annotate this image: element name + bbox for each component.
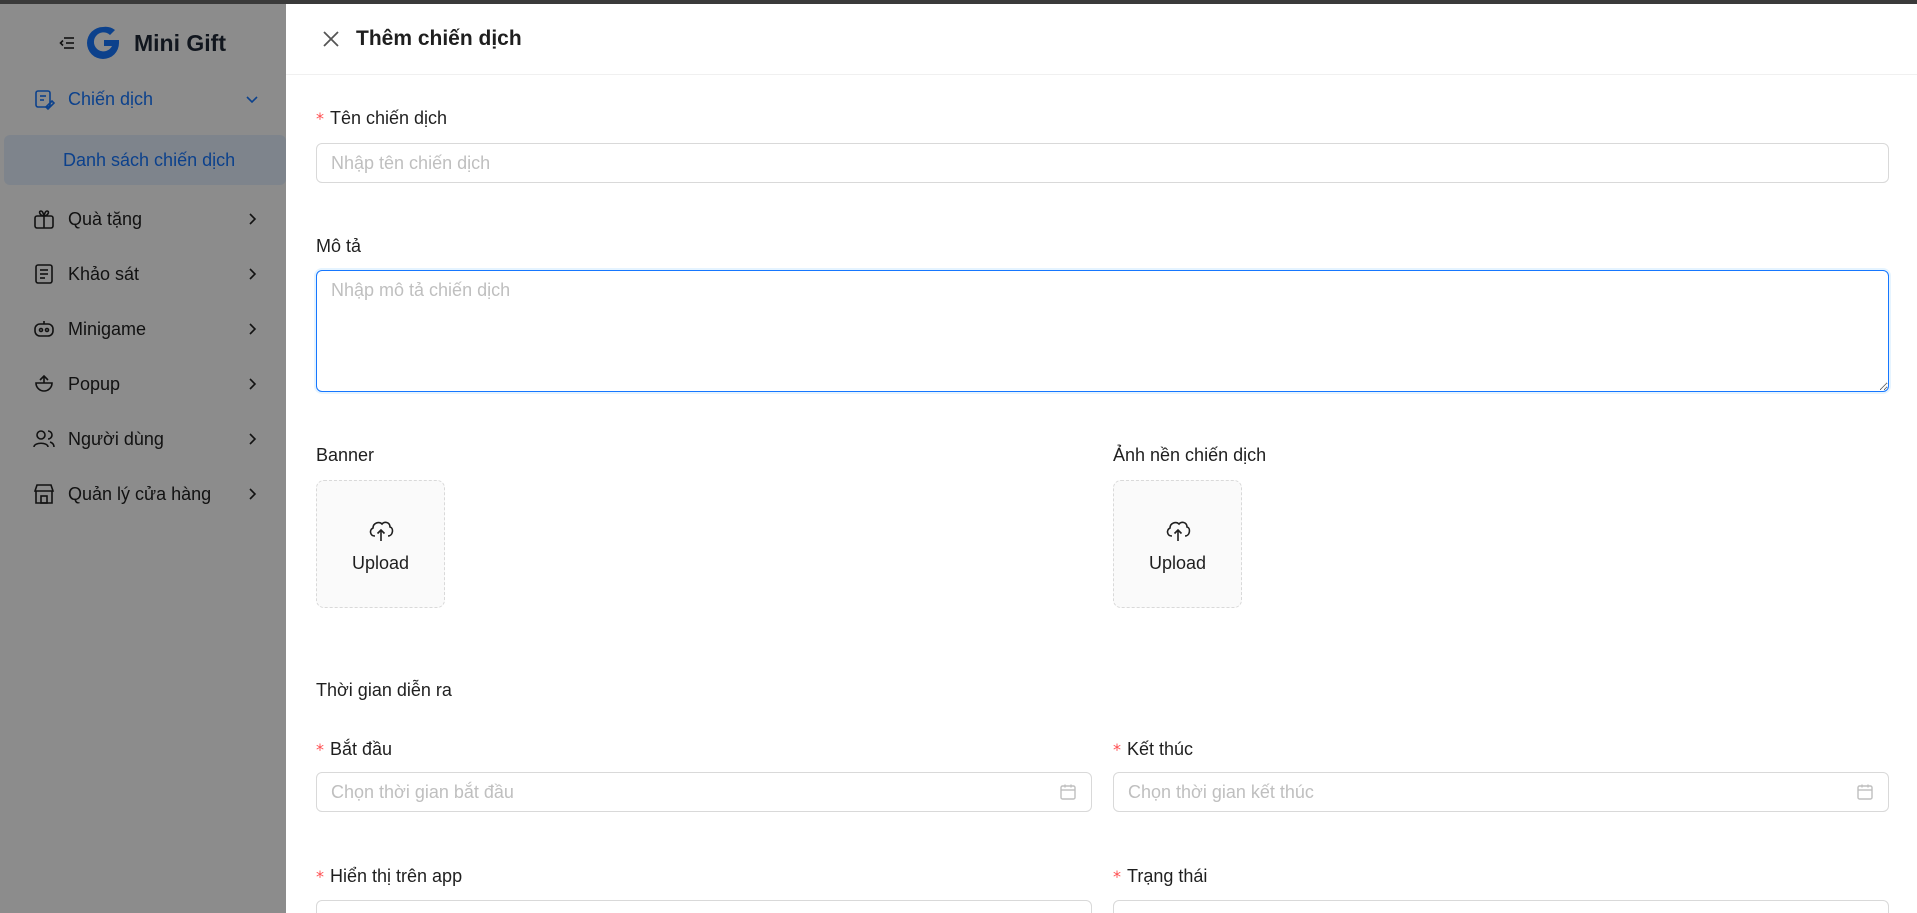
- start-date-placeholder: Chọn thời gian bắt đầu: [331, 781, 514, 802]
- upload-label: Upload: [1148, 552, 1207, 573]
- start-label: * Bắt đầu: [316, 739, 392, 760]
- background-upload-button[interactable]: Upload: [1113, 480, 1242, 608]
- required-mark: *: [316, 109, 324, 128]
- drawer-title: Thêm chiến dịch: [356, 27, 522, 50]
- banner-label: Banner: [316, 445, 375, 465]
- end-label: * Kết thúc: [1113, 739, 1193, 760]
- drawer-header: Thêm chiến dịch: [286, 4, 1917, 75]
- upload-label: Upload: [351, 552, 410, 573]
- end-label-text: Kết thúc: [1127, 739, 1194, 759]
- background-image-label: Ảnh nền chiến dịch: [1113, 445, 1267, 465]
- required-mark: *: [1113, 867, 1121, 886]
- end-date-picker[interactable]: Chọn thời gian kết thúc: [1113, 772, 1889, 812]
- description-textarea[interactable]: [316, 270, 1889, 392]
- display-on-app-label: * Hiển thị trên app: [316, 866, 462, 887]
- end-date-placeholder: Chọn thời gian kết thúc: [1128, 781, 1314, 802]
- add-campaign-drawer: Thêm chiến dịch * Tên chiến dịch Mô tả Ba…: [286, 4, 1917, 913]
- banner-upload-button[interactable]: Upload: [316, 480, 445, 608]
- time-section-label: Thời gian diễn ra: [316, 680, 452, 700]
- campaign-name-label: * Tên chiến dịch: [316, 108, 447, 129]
- display-on-app-select[interactable]: [316, 900, 1092, 913]
- start-label-text: Bắt đầu: [330, 739, 393, 759]
- campaign-name-input[interactable]: [316, 143, 1889, 183]
- description-label: Mô tả: [316, 236, 362, 256]
- calendar-icon: [1857, 784, 1873, 800]
- calendar-icon: [1060, 784, 1076, 800]
- required-mark: *: [1113, 740, 1121, 759]
- status-select[interactable]: [1113, 900, 1889, 913]
- campaign-name-label-text: Tên chiến dịch: [330, 108, 448, 128]
- close-icon[interactable]: [320, 28, 342, 50]
- display-on-app-label-text: Hiển thị trên app: [330, 866, 463, 886]
- status-label-text: Trạng thái: [1127, 866, 1208, 886]
- required-mark: *: [316, 740, 324, 759]
- status-label: * Trạng thái: [1113, 866, 1207, 887]
- cloud-upload-icon: [369, 521, 393, 541]
- required-mark: *: [316, 867, 324, 886]
- cloud-upload-icon: [1166, 521, 1190, 541]
- start-date-picker[interactable]: Chọn thời gian bắt đầu: [316, 772, 1092, 812]
- window-top-border: [0, 0, 1917, 4]
